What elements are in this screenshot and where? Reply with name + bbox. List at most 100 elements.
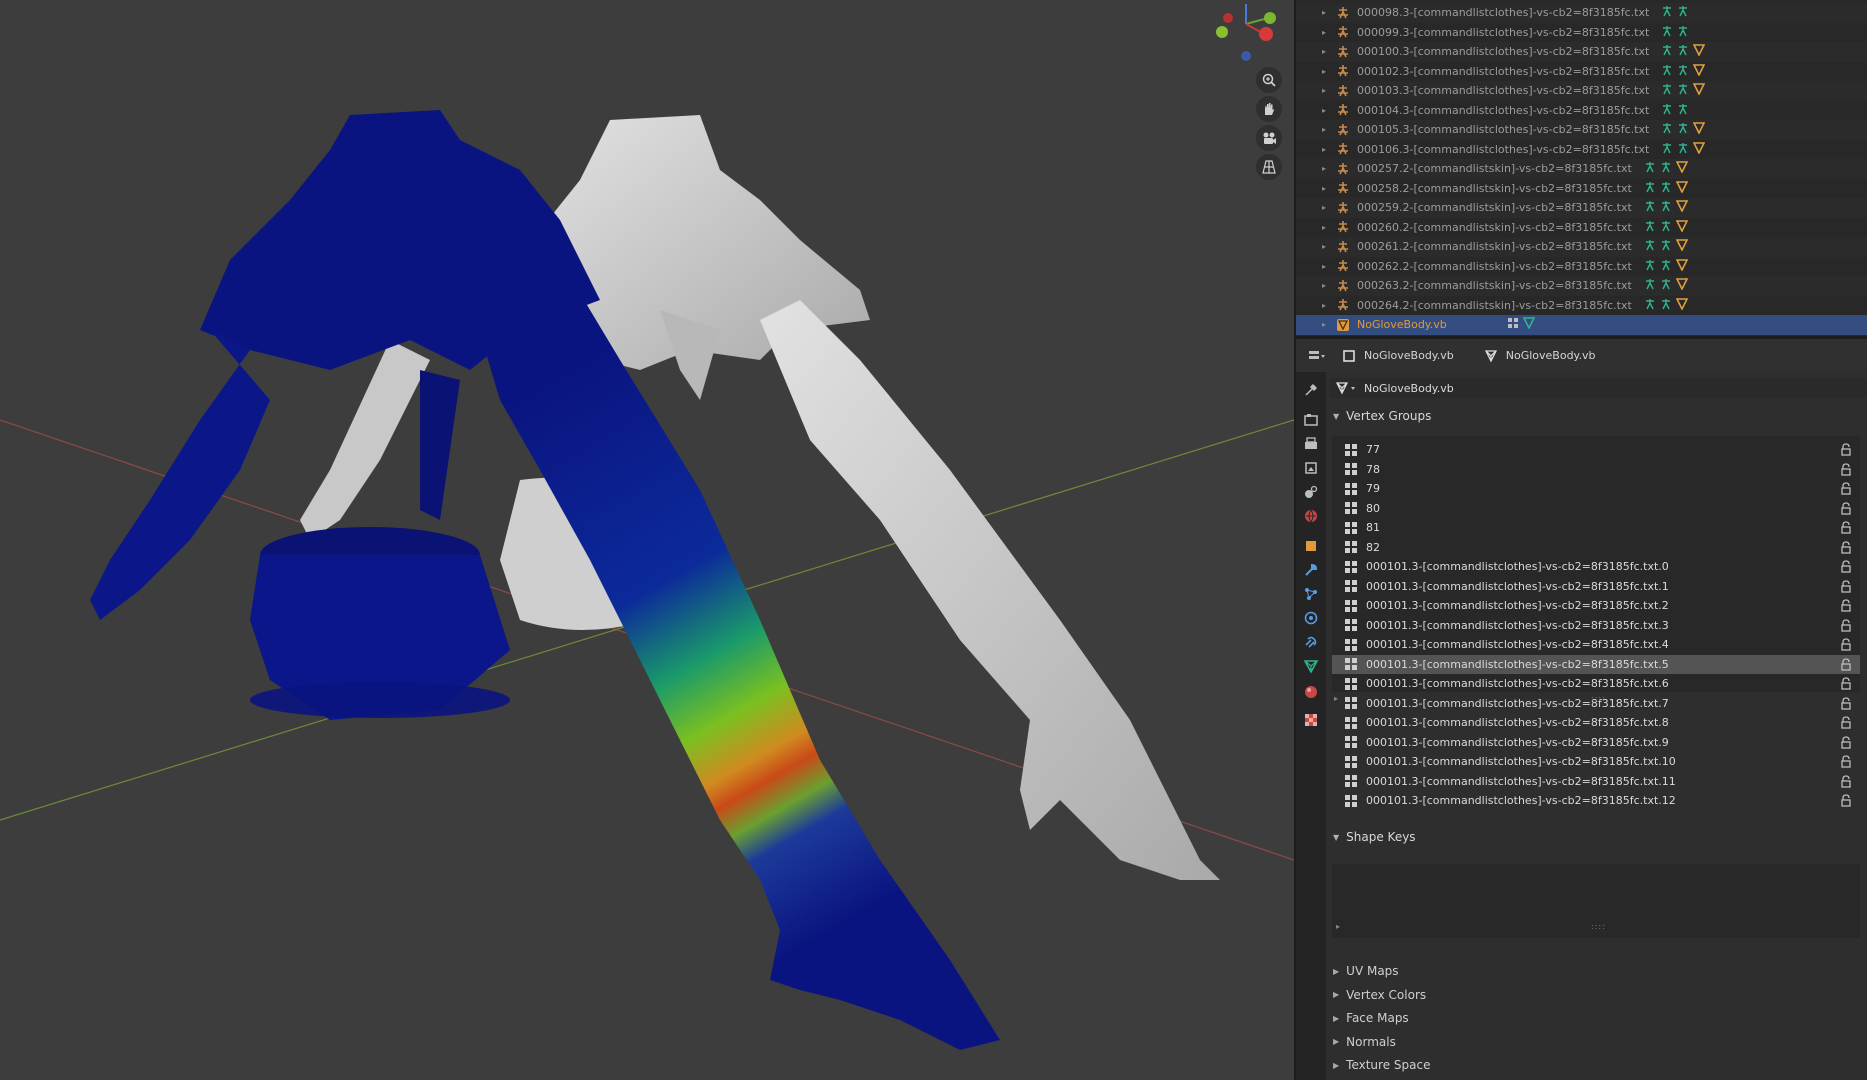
modifier-icon[interactable]: [1644, 239, 1656, 254]
modifier-icon[interactable]: [1644, 161, 1656, 176]
world-tab-icon[interactable]: [1303, 508, 1319, 524]
mesh-data-icon[interactable]: [1692, 122, 1706, 137]
mesh-data-icon[interactable]: [1522, 317, 1536, 332]
outliner-row[interactable]: ▸ 000259.2-[commandlistskin]-vs-cb2=8f318…: [1296, 198, 1867, 218]
uv-maps-panel-header[interactable]: ▶ UV Maps: [1326, 960, 1867, 982]
outliner-row[interactable]: ▸ 000105.3-[commandlistclothes]-vs-cb2=8f…: [1296, 120, 1867, 140]
outliner-row[interactable]: ▸ 000102.3-[commandlistclothes]-vs-cb2=8f…: [1296, 62, 1867, 82]
modifier-icon[interactable]: [1661, 25, 1673, 40]
vertex-colors-panel-header[interactable]: ▶ Vertex Colors: [1326, 984, 1867, 1006]
expand-icon[interactable]: ▸: [1322, 47, 1332, 56]
lock-icon[interactable]: [1840, 462, 1852, 476]
mesh-data-icon[interactable]: [1692, 83, 1706, 98]
outliner-row[interactable]: ▸ 000099.3-[commandlistclothes]-vs-cb2=8f…: [1296, 23, 1867, 43]
expand-icon[interactable]: ▸: [1322, 67, 1332, 76]
face-maps-panel-header[interactable]: ▶ Face Maps: [1326, 1007, 1867, 1029]
lock-icon[interactable]: [1840, 579, 1852, 593]
lock-icon[interactable]: [1840, 560, 1852, 573]
armature-modifier-icon[interactable]: [1677, 142, 1689, 157]
zoom-icon[interactable]: [1256, 67, 1282, 93]
outliner-row[interactable]: ▸ 000103.3-[commandlistclothes]-vs-cb2=8f…: [1296, 81, 1867, 101]
object-breadcrumb[interactable]: NoGloveBody.vb: [1342, 349, 1454, 363]
expand-icon[interactable]: ▸: [1322, 281, 1332, 290]
vertex-group-item[interactable]: 82: [1332, 538, 1860, 558]
mesh-data-icon[interactable]: [1675, 180, 1689, 196]
hand-icon[interactable]: [1256, 96, 1282, 122]
object-tab-icon[interactable]: [1303, 538, 1319, 554]
outliner-row[interactable]: ▸ 000258.2-[commandlistskin]-vs-cb2=8f318…: [1296, 179, 1867, 199]
lock-icon[interactable]: [1840, 755, 1852, 768]
outliner-row[interactable]: ▸ 000264.2-[commandlistskin]-vs-cb2=8f318…: [1296, 296, 1867, 316]
normals-panel-header[interactable]: ▶ Normals: [1326, 1031, 1867, 1053]
expand-icon[interactable]: ▸: [1322, 262, 1332, 271]
modifier-tab-icon[interactable]: [1303, 562, 1319, 578]
lock-icon[interactable]: [1840, 521, 1852, 534]
list-resize-handle[interactable]: ::::: [1591, 922, 1606, 931]
vertex-groups-panel-header[interactable]: ▼ Vertex Groups: [1326, 404, 1867, 428]
lock-icon[interactable]: [1840, 618, 1852, 632]
expand-icon[interactable]: ▸: [1322, 184, 1332, 193]
lock-icon[interactable]: [1840, 735, 1852, 749]
camera-icon[interactable]: [1256, 125, 1282, 151]
mesh-data-icon[interactable]: [1675, 239, 1689, 254]
output-tab-icon[interactable]: [1303, 436, 1319, 452]
material-tab-icon[interactable]: [1303, 684, 1319, 700]
outliner-row[interactable]: ▸ 000260.2-[commandlistskin]-vs-cb2=8f318…: [1296, 218, 1867, 238]
armature-modifier-icon[interactable]: [1660, 200, 1672, 215]
texture-tab-icon[interactable]: [1303, 712, 1319, 728]
armature-modifier-icon[interactable]: [1677, 25, 1689, 40]
armature-modifier-icon[interactable]: [1660, 161, 1672, 176]
vertex-group-item[interactable]: 78: [1332, 460, 1860, 480]
lock-icon[interactable]: [1840, 716, 1852, 729]
mesh-data-icon[interactable]: [1675, 258, 1689, 274]
outliner-row[interactable]: ▸ 000262.2-[commandlistskin]-vs-cb2=8f318…: [1296, 257, 1867, 277]
lock-icon[interactable]: [1840, 657, 1852, 671]
tool-tab-icon[interactable]: [1303, 382, 1319, 398]
constraints-tab-icon[interactable]: [1303, 634, 1319, 650]
modifier-icon[interactable]: [1661, 44, 1673, 59]
vertex-groups-icon[interactable]: [1507, 317, 1519, 332]
vertex-group-item[interactable]: 81: [1332, 518, 1860, 538]
lock-icon[interactable]: [1840, 482, 1852, 495]
modifier-icon[interactable]: [1661, 122, 1673, 137]
armature-modifier-icon[interactable]: [1677, 64, 1689, 79]
shape-keys-panel-header[interactable]: ▼ Shape Keys: [1326, 825, 1867, 849]
armature-modifier-icon[interactable]: [1660, 278, 1672, 293]
armature-modifier-icon[interactable]: [1677, 83, 1689, 98]
modifier-icon[interactable]: [1644, 200, 1656, 215]
lock-icon[interactable]: [1840, 540, 1852, 554]
mesh-data-icon[interactable]: [1692, 141, 1706, 157]
perspective-grid-icon[interactable]: [1256, 154, 1282, 180]
armature-modifier-icon[interactable]: [1660, 220, 1672, 235]
list-expand-icon[interactable]: ▸: [1334, 694, 1338, 703]
lock-icon[interactable]: [1840, 696, 1852, 710]
view-layer-tab-icon[interactable]: [1303, 460, 1319, 476]
lock-icon[interactable]: [1840, 794, 1852, 807]
expand-icon[interactable]: ▸: [1322, 106, 1332, 115]
vertex-group-item[interactable]: 000101.3-[commandlistclothes]-vs-cb2=8f3…: [1332, 557, 1860, 577]
vertex-group-item[interactable]: 000101.3-[commandlistclothes]-vs-cb2=8f3…: [1332, 654, 1860, 674]
vertex-group-item[interactable]: 000101.3-[commandlistclothes]-vs-cb2=8f3…: [1332, 733, 1860, 753]
modifier-icon[interactable]: [1661, 64, 1673, 79]
modifier-icon[interactable]: [1644, 259, 1656, 274]
mesh-data-tab-icon[interactable]: [1303, 658, 1319, 674]
modifier-icon[interactable]: [1644, 298, 1656, 313]
outliner-row[interactable]: ▸ 000106.3-[commandlistclothes]-vs-cb2=8f…: [1296, 140, 1867, 160]
list-resize-handle[interactable]: ::::: [1591, 694, 1606, 703]
vertex-group-item[interactable]: 000101.3-[commandlistclothes]-vs-cb2=8f3…: [1332, 674, 1860, 694]
vertex-group-item[interactable]: 000101.3-[commandlistclothes]-vs-cb2=8f3…: [1332, 752, 1860, 772]
mesh-data-icon[interactable]: [1675, 297, 1689, 313]
outliner[interactable]: ▸ 000098.3-[commandlistclothes]-vs-cb2=8f…: [1296, 0, 1867, 336]
scene-tab-icon[interactable]: [1303, 484, 1319, 500]
vertex-group-item[interactable]: 80: [1332, 499, 1860, 519]
3d-viewport[interactable]: [0, 0, 1294, 1080]
outliner-row[interactable]: ▸ 000100.3-[commandlistclothes]-vs-cb2=8f…: [1296, 42, 1867, 62]
expand-icon[interactable]: ▸: [1322, 8, 1332, 17]
vertex-group-item[interactable]: 000101.3-[commandlistclothes]-vs-cb2=8f3…: [1332, 713, 1860, 733]
lock-icon[interactable]: [1840, 638, 1852, 651]
vertex-group-item[interactable]: 000101.3-[commandlistclothes]-vs-cb2=8f3…: [1332, 577, 1860, 597]
armature-modifier-icon[interactable]: [1677, 103, 1689, 118]
modifier-icon[interactable]: [1644, 278, 1656, 293]
expand-icon[interactable]: ▸: [1322, 320, 1332, 329]
mesh-breadcrumb[interactable]: NoGloveBody.vb: [1484, 349, 1596, 363]
